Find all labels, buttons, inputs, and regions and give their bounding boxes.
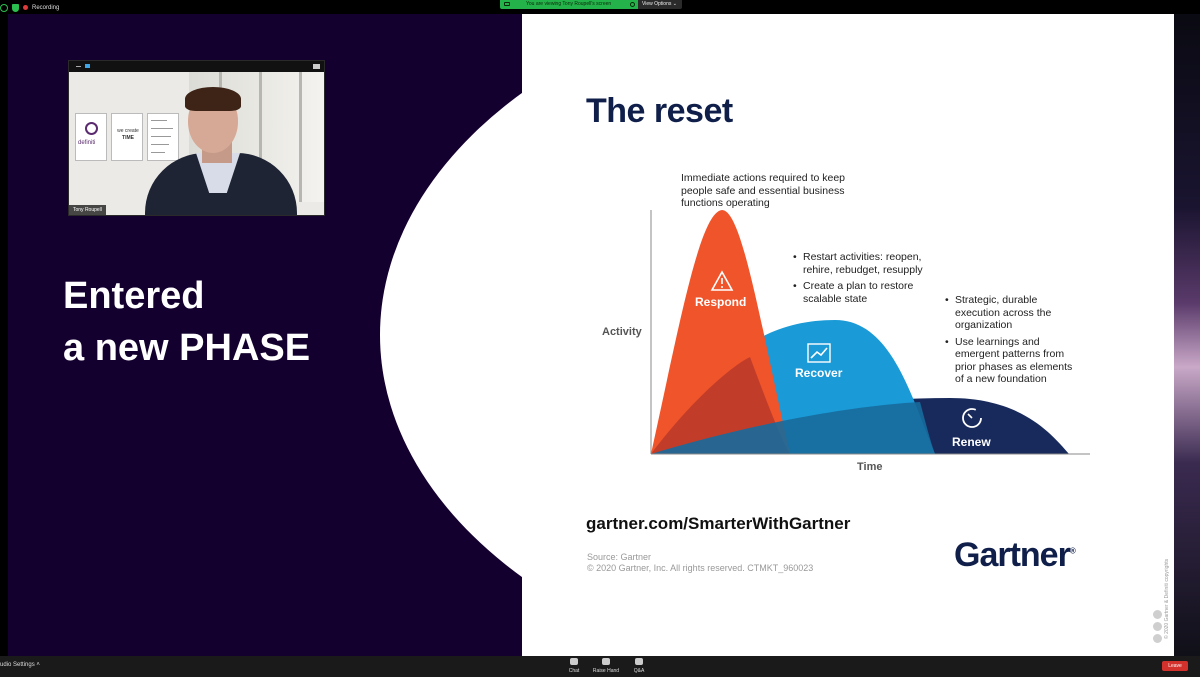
phase-heading-line2: a new PHASE <box>63 327 311 369</box>
poster-tagline-1: we create <box>117 128 139 134</box>
renew-notes: Strategic, durable execution across the … <box>945 294 1072 386</box>
raise-hand-button[interactable]: Raise Hand <box>589 658 623 674</box>
poster-line <box>151 120 167 121</box>
reset-phases-chart: Immediate actions required to keep peopl… <box>590 162 1090 473</box>
qa-label: Q&A <box>633 668 645 674</box>
shield-icon[interactable] <box>12 3 19 12</box>
leave-button[interactable]: Leave <box>1162 661 1188 671</box>
desktop-wallpaper-edge <box>1174 14 1200 656</box>
poster-definiti: definiti <box>75 113 107 161</box>
renew-note-line: Strategic, durable <box>955 294 1038 306</box>
chat-button[interactable]: Chat <box>557 658 591 674</box>
renew-note-item: Strategic, durable execution across the … <box>945 294 1072 332</box>
qa-button[interactable]: Q&A <box>622 658 656 674</box>
expand-icon[interactable] <box>313 64 320 69</box>
source-note: Source: Gartner © 2020 Gartner, Inc. All… <box>587 552 813 574</box>
poster-tagline-2: TIME <box>122 135 134 141</box>
meeting-info-icon[interactable] <box>0 3 8 12</box>
viewing-banner: You are viewing Tony Roupell's screen <box>500 0 638 9</box>
recover-note-line: Create a plan to restore <box>803 280 914 292</box>
status-icon <box>630 2 635 7</box>
recover-note-item: Restart activities: reopen, rehire, rebu… <box>793 251 923 276</box>
renew-note-line: of a new foundation <box>955 373 1047 385</box>
poster-line <box>151 152 165 153</box>
phase-heading-line1: Entered <box>63 275 205 317</box>
zoom-top-bar: Recording You are viewing Tony Roupell's… <box>0 0 1200 14</box>
nav-dot[interactable] <box>1153 610 1162 619</box>
source-line: Source: Gartner <box>587 552 652 562</box>
chat-label: Chat <box>568 668 580 674</box>
viewing-banner-text: You are viewing Tony Roupell's screen <box>526 1 612 7</box>
chat-icon <box>570 658 578 665</box>
respond-note: Immediate actions required to keep peopl… <box>681 172 845 210</box>
recording-indicator: Recording <box>0 2 59 13</box>
phase-label-recover: Recover <box>795 366 843 380</box>
y-axis-label: Activity <box>602 326 642 338</box>
phase-label-respond: Respond <box>695 295 747 309</box>
gartner-url: gartner.com/SmarterWithGartner <box>586 514 851 533</box>
caret-up-icon: ˄ <box>36 662 40 668</box>
poster-brand: definiti <box>78 140 96 146</box>
renew-note-line: emergent patterns from <box>955 348 1065 360</box>
recover-note-item: Create a plan to restore scalable state <box>793 280 923 305</box>
gartner-logo: Gartner® <box>954 536 1076 575</box>
poster-tagline: we create TIME <box>111 113 143 161</box>
renew-note-line: execution across the <box>955 306 1052 319</box>
screen-share-banner: You are viewing Tony Roupell's screen Vi… <box>500 0 682 9</box>
nav-dot[interactable] <box>1153 634 1162 643</box>
qa-icon <box>635 658 643 665</box>
hand-icon <box>602 658 610 665</box>
chevron-down-icon: ⌄ <box>672 1 677 7</box>
audio-settings-button[interactable]: udio Settings ˄ <box>0 662 40 668</box>
audio-settings-label: udio Settings <box>0 662 35 668</box>
view-options-button[interactable]: View Options ⌄ <box>638 0 682 9</box>
screen-icon <box>504 2 510 6</box>
poster-line <box>151 128 173 129</box>
webcam-video[interactable]: definiti we create TIME Tony Roupell <box>68 60 325 216</box>
shared-screen: Entered a new PHASE definiti we create T… <box>8 14 1174 656</box>
slide-nav-dots[interactable] <box>1153 610 1165 646</box>
window-mullion <box>299 72 302 202</box>
minimize-icon[interactable] <box>76 66 81 67</box>
record-dot-icon <box>23 5 28 10</box>
definiti-logo-icon <box>85 122 98 135</box>
zoom-toolbar: udio Settings ˄ Chat Raise Hand Q&A Leav… <box>0 656 1200 677</box>
recover-note-line: rehire, rebudget, resupply <box>803 263 923 276</box>
raise-hand-label: Raise Hand <box>592 668 620 674</box>
video-view-icon[interactable] <box>85 64 90 68</box>
copyright-line: © 2020 Gartner, Inc. All rights reserved… <box>587 563 814 573</box>
phase-heading: Entered a new PHASE <box>63 270 310 374</box>
respond-note-line: people safe and essential business <box>681 184 845 197</box>
renew-note-line: prior phases as elements <box>955 360 1073 373</box>
renew-note-item: Use learnings and emergent patterns from… <box>945 336 1072 386</box>
recover-notes: Restart activities: reopen, rehire, rebu… <box>793 251 923 305</box>
renew-note-line: Use learnings and <box>955 335 1040 348</box>
recover-note-line: Restart activities: reopen, <box>803 251 922 263</box>
poster-list <box>147 113 179 161</box>
presenter-hair <box>185 87 241 111</box>
respond-note-line: functions operating <box>681 197 770 209</box>
video-header-strip <box>69 61 324 72</box>
respond-note-line: Immediate actions required to keep <box>681 172 846 184</box>
x-axis-label: Time <box>857 461 883 473</box>
registered-mark: ® <box>1069 546 1076 556</box>
phase-label-renew: Renew <box>952 435 991 449</box>
participant-name: Tony Roupell <box>69 205 106 215</box>
recording-label: Recording <box>32 4 60 11</box>
poster-line <box>151 136 171 137</box>
nav-dot[interactable] <box>1153 622 1162 631</box>
gartner-wordmark: Gartner <box>954 536 1071 574</box>
view-options-label: View Options <box>642 1 672 7</box>
poster-line <box>151 144 169 145</box>
renew-note-line: organization <box>955 319 1013 331</box>
recover-note-line: scalable state <box>803 292 868 305</box>
slide-title: The reset <box>586 92 733 130</box>
